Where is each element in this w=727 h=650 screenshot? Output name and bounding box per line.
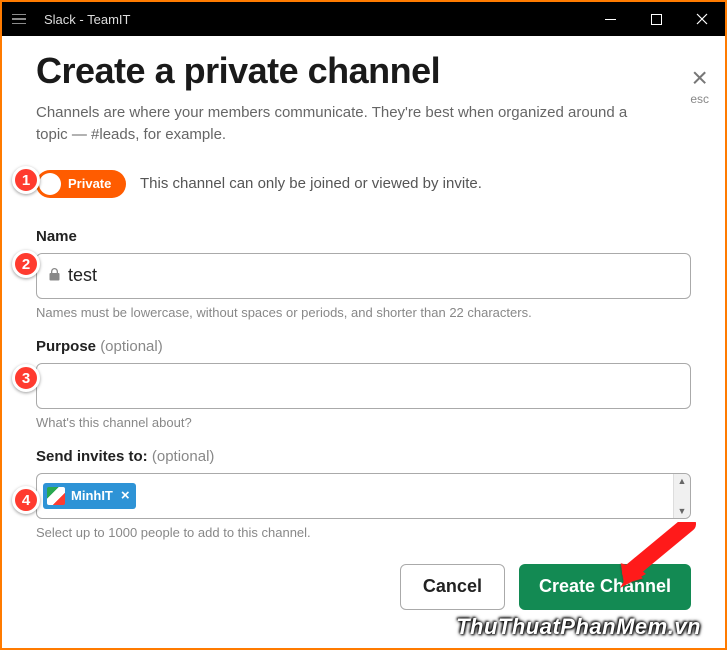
invites-label-text: Send invites to:	[36, 448, 148, 465]
invites-help-text: Select up to 1000 people to add to this …	[36, 525, 691, 540]
annotation-arrow	[616, 522, 696, 597]
name-input[interactable]	[68, 265, 678, 286]
annotation-badge-3: 3	[12, 364, 40, 392]
avatar	[47, 487, 65, 505]
user-chip-name: MinhIT	[71, 488, 113, 503]
name-label: Name	[36, 228, 691, 245]
invites-field-block: Send invites to: (optional) MinhIT × ▲▼ …	[36, 448, 691, 540]
modal-footer-buttons: Cancel Create Channel	[36, 564, 691, 610]
close-icon: ×	[690, 64, 709, 92]
invite-scrollbar[interactable]: ▲▼	[673, 474, 690, 518]
purpose-input[interactable]	[49, 375, 678, 396]
hamburger-menu-icon[interactable]	[2, 2, 36, 36]
window-controls	[587, 2, 725, 36]
toggle-knob	[39, 173, 61, 195]
close-modal-button[interactable]: × esc	[690, 64, 709, 106]
lock-icon	[49, 268, 60, 284]
purpose-label: Purpose (optional)	[36, 338, 691, 355]
invites-optional-suffix: (optional)	[152, 448, 215, 465]
modal-description: Channels are where your members communic…	[36, 102, 656, 146]
close-window-button[interactable]	[679, 2, 725, 36]
watermark: ThuThuatPhanMem.vn	[456, 614, 701, 640]
modal-title: Create a private channel	[36, 50, 691, 92]
minimize-button[interactable]	[587, 2, 633, 36]
purpose-optional-suffix: (optional)	[100, 338, 163, 355]
cancel-button[interactable]: Cancel	[400, 564, 505, 610]
annotation-badge-1: 1	[12, 166, 40, 194]
name-input-wrapper[interactable]	[36, 253, 691, 299]
purpose-label-text: Purpose	[36, 338, 96, 355]
window-title: Slack - TeamIT	[36, 12, 130, 27]
invites-label: Send invites to: (optional)	[36, 448, 691, 465]
privacy-toggle-row: Private This channel can only be joined …	[36, 170, 691, 198]
remove-chip-icon[interactable]: ×	[121, 488, 130, 503]
private-toggle[interactable]: Private	[36, 170, 126, 198]
purpose-field-block: Purpose (optional) What's this channel a…	[36, 338, 691, 430]
private-toggle-hint: This channel can only be joined or viewe…	[140, 175, 482, 192]
user-chip[interactable]: MinhIT ×	[43, 483, 136, 509]
private-toggle-label: Private	[68, 176, 111, 191]
purpose-help-text: What's this channel about?	[36, 415, 691, 430]
titlebar: Slack - TeamIT	[2, 2, 725, 36]
name-help-text: Names must be lowercase, without spaces …	[36, 305, 691, 320]
maximize-button[interactable]	[633, 2, 679, 36]
annotation-badge-4: 4	[12, 486, 40, 514]
annotation-badge-2: 2	[12, 250, 40, 278]
invites-input[interactable]: MinhIT × ▲▼	[36, 473, 691, 519]
name-field-block: Name Names must be lowercase, without sp…	[36, 228, 691, 320]
purpose-input-wrapper[interactable]	[36, 363, 691, 409]
close-esc-label: esc	[690, 92, 709, 106]
